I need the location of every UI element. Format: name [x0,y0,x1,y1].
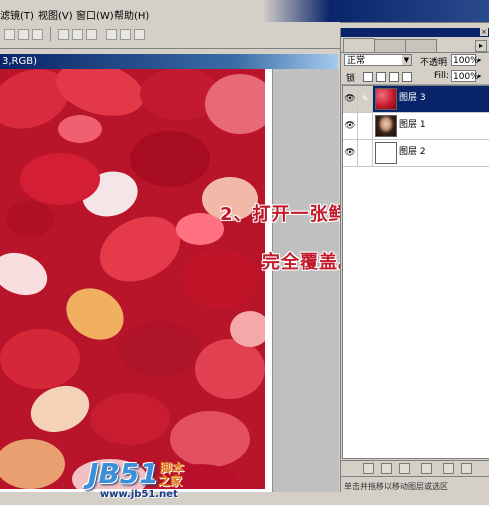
app-title-band [262,0,489,22]
tool-options-bar [0,22,340,49]
lock-label: 锁 [346,74,356,84]
fill-arrow-icon[interactable]: ▸ [478,72,482,80]
palette-titlebar[interactable]: × [341,28,489,37]
rose-petals-image [0,69,265,489]
lock-row: 锁 Fill: 100% ▸ [341,70,489,85]
opacity-arrow-icon[interactable]: ▸ [478,56,482,64]
brush-icon[interactable]: ✎ [358,86,373,112]
palette-tabs: ▸ [341,38,489,53]
trash-icon[interactable] [461,463,472,474]
toolbar-divider [50,27,51,41]
document-title: 3,RGB) [2,56,37,67]
align-center-icon[interactable] [18,29,29,40]
new-set-icon[interactable] [399,463,410,474]
link-icon[interactable] [358,140,373,166]
eye-icon[interactable]: 👁 [343,140,358,166]
opacity-field[interactable]: 100% [451,54,479,66]
tab-layers[interactable] [343,38,375,52]
blend-row: 正常 ▼ 不透明 100% ▸ [341,54,489,68]
layer-mask-icon[interactable] [381,463,392,474]
layer-row[interactable]: 👁 ✎ 图层 3 [343,86,489,113]
lock-transparency-checkbox[interactable] [363,72,373,82]
lock-image-checkbox[interactable] [376,72,386,82]
palette-status-bar: 单击并拖移以移动图层或选区 [341,476,489,493]
chevron-down-icon[interactable]: ▼ [402,55,411,65]
eye-icon[interactable]: 👁 [343,86,358,112]
document-canvas[interactable]: JB51 脚本 之家 www.jb51.net [0,69,339,500]
watermark-logo: JB51 [88,457,159,490]
layer-thumbnail [375,142,397,164]
menu-bar: 滤镜(T) 视图(V) 窗口(W) 帮助(H) [0,0,489,23]
distribute-hcenter-icon[interactable] [120,29,131,40]
lock-position-checkbox[interactable] [389,72,399,82]
menu-help[interactable]: 帮助(H) [114,11,149,22]
adjustment-layer-icon[interactable] [421,463,432,474]
fill-label: Fill: [434,71,450,81]
layer-thumbnail [375,88,397,110]
distribute-middle-icon[interactable] [72,29,83,40]
palette-menu-icon[interactable]: ▸ [475,40,487,52]
layer-name: 图层 2 [399,147,426,157]
blend-mode-select[interactable]: 正常 ▼ [344,54,412,66]
link-icon[interactable] [358,113,373,139]
new-layer-icon[interactable] [443,463,454,474]
distribute-left-icon[interactable] [106,29,117,40]
align-left-icon[interactable] [4,29,15,40]
layer-name: 图层 1 [399,120,426,130]
distribute-right-icon[interactable] [134,29,145,40]
distribute-bottom-icon[interactable] [86,29,97,40]
distribute-top-icon[interactable] [58,29,69,40]
layer-row[interactable]: 👁 图层 2 [343,140,489,167]
opacity-value: 100% [453,56,479,66]
watermark: JB51 脚本 之家 www.jb51.net [88,455,198,505]
lock-all-checkbox[interactable] [402,72,412,82]
tab-channels[interactable] [374,39,406,52]
watermark-cn-line2: 之家 [158,474,183,488]
layer-thumbnail [375,115,397,137]
tab-paths[interactable] [405,39,437,52]
layers-palette: × ▸ 正常 ▼ 不透明 100% ▸ 锁 Fill: 100% ▸ 👁 ✎ 图… [340,28,489,493]
fill-field[interactable]: 100% [451,70,479,82]
layer-style-icon[interactable] [363,463,374,474]
menu-filter[interactable]: 滤镜(T) [0,11,34,22]
canvas-gray-area [272,69,339,492]
opacity-label: 不透明 [420,58,448,68]
align-right-icon[interactable] [32,29,43,40]
eye-icon[interactable]: 👁 [343,113,358,139]
layers-list: 👁 ✎ 图层 3 👁 图层 1 👁 图层 2 [342,85,489,459]
close-icon[interactable]: × [480,28,488,36]
layer-name: 图层 3 [399,93,426,103]
menu-window[interactable]: 窗口(W) [76,11,114,22]
rose-petals-photo [0,69,265,489]
document-titlebar: 3,RGB) [0,54,338,69]
palette-bottom-bar [341,460,489,475]
layer-row[interactable]: 👁 图层 1 [343,113,489,140]
blend-mode-value: 正常 [347,56,366,66]
fill-value: 100% [453,72,479,82]
watermark-url: www.jb51.net [100,489,178,500]
palette-status-text: 单击并拖移以移动图层或选区 [344,482,448,491]
menu-view[interactable]: 视图(V) [38,11,73,22]
